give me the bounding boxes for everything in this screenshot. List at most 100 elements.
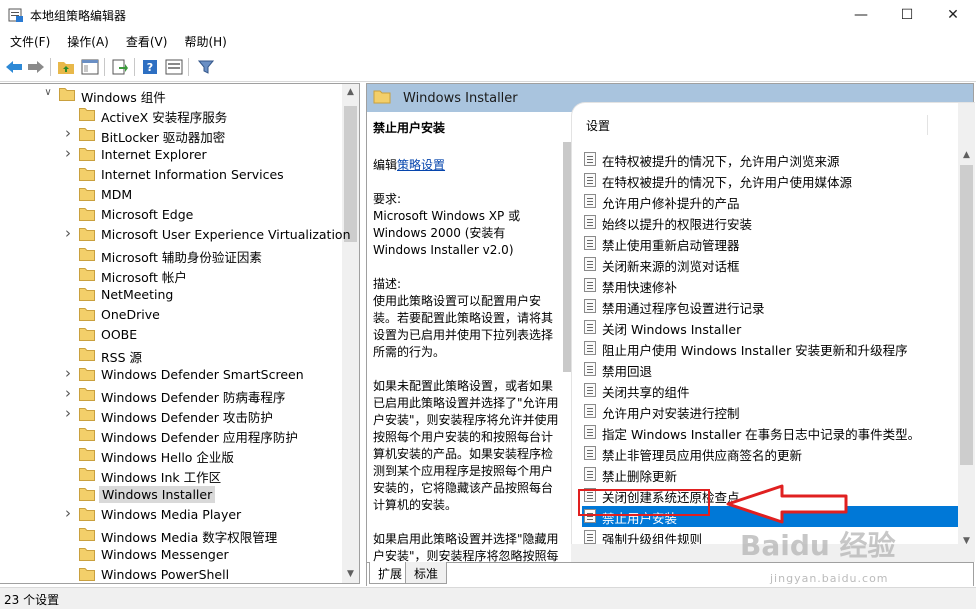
close-button[interactable]: ✕	[930, 0, 976, 30]
svg-text:?: ?	[147, 61, 153, 74]
tree-item[interactable]: › Windows Defender SmartScreen	[0, 364, 342, 385]
scroll-thumb[interactable]	[563, 142, 571, 372]
scroll-thumb[interactable]	[960, 165, 973, 465]
tree-item[interactable]: RSS 源	[0, 345, 342, 365]
annotation-arrow-icon	[726, 484, 848, 524]
setting-label: 始终以提升的权限进行安装	[602, 217, 753, 232]
edit-policy-link[interactable]: 策略设置	[397, 158, 445, 172]
setting-row[interactable]: 关闭共享的组件	[582, 380, 962, 401]
properties-button[interactable]	[164, 57, 184, 77]
setting-row[interactable]: 阻止用户使用 Windows Installer 安装更新和升级程序	[582, 338, 962, 359]
tree-item-label: Windows Defender 攻击防护	[101, 410, 273, 425]
tree-item[interactable]: › Microsoft User Experience Virtualizatio…	[0, 224, 351, 245]
tree-item[interactable]: › Windows Media Player	[0, 504, 342, 525]
menu-view[interactable]: 查看(V)	[116, 30, 175, 52]
policy-setting-icon	[584, 425, 596, 439]
tree-item[interactable]: ∨ Windows 组件	[0, 85, 342, 105]
setting-row[interactable]: 禁用快速修补	[582, 275, 962, 296]
scroll-up-icon[interactable]: ▲	[342, 84, 359, 101]
tab-standard[interactable]: 标准	[405, 562, 448, 584]
export-list-button[interactable]	[110, 57, 130, 77]
scroll-down-icon[interactable]: ▼	[342, 566, 359, 583]
tree-item-label: Windows Media 数字权限管理	[101, 530, 278, 545]
setting-row[interactable]: 始终以提升的权限进行安装	[582, 212, 962, 233]
column-divider[interactable]	[927, 115, 928, 135]
no-chevron	[62, 567, 74, 581]
up-folder-button[interactable]	[56, 57, 76, 77]
tree-item[interactable]: › Windows Defender 防病毒程序	[0, 384, 342, 405]
tree-item[interactable]: Windows Media 数字权限管理	[0, 525, 342, 545]
menu-file[interactable]: 文件(F)	[0, 30, 57, 52]
setting-row[interactable]: 禁止非管理员应用供应商签名的更新	[582, 443, 962, 464]
setting-row[interactable]: 禁用通过程序包设置进行记录	[582, 296, 962, 317]
expanded-chevron-icon[interactable]: ∨	[42, 87, 54, 101]
tree-item[interactable]: OOBE	[0, 325, 342, 345]
policy-setting-icon	[584, 236, 596, 250]
status-text: 23 个设置	[4, 593, 60, 607]
setting-row[interactable]: 关闭 Windows Installer	[582, 317, 962, 338]
tree-item-label: Microsoft User Experience Virtualization	[101, 227, 351, 242]
collapsed-chevron-icon[interactable]: ›	[62, 124, 74, 142]
collapsed-chevron-icon[interactable]: ›	[62, 224, 74, 242]
tree-item[interactable]: Microsoft 辅助身份验证因素	[0, 245, 342, 265]
tree-scrollbar[interactable]: ▲ ▼	[342, 84, 359, 583]
show-hide-tree-button[interactable]	[80, 57, 100, 77]
tree-item[interactable]: Windows Installer	[0, 485, 342, 505]
policy-heading: 禁止用户安装	[373, 121, 446, 135]
setting-row[interactable]: 禁用回退	[582, 359, 962, 380]
tree-item-label: Internet Explorer	[101, 147, 207, 162]
maximize-button[interactable]: ☐	[884, 0, 930, 30]
tree-item[interactable]: Microsoft Edge	[0, 205, 342, 225]
setting-row[interactable]: 指定 Windows Installer 在事务日志中记录的事件类型。	[582, 422, 962, 443]
tree-item-label: MDM	[101, 187, 133, 202]
collapsed-chevron-icon[interactable]: ›	[62, 404, 74, 422]
tree-item[interactable]: Windows PowerShell	[0, 565, 342, 583]
tree-item-label: Windows Installer	[99, 486, 216, 503]
tree-item[interactable]: Windows Hello 企业版	[0, 445, 342, 465]
help-button[interactable]: ?	[140, 57, 160, 77]
column-header-setting[interactable]: 设置	[586, 117, 610, 134]
policy-setting-icon	[584, 404, 596, 418]
tree-item[interactable]: Windows Messenger	[0, 545, 342, 565]
setting-row[interactable]: 在特权被提升的情况下，允许用户浏览来源	[582, 149, 962, 170]
description-scrollbar[interactable]	[563, 112, 571, 562]
settings-scrollbar[interactable]: ▲ ▼	[958, 103, 975, 562]
scroll-up-icon[interactable]: ▲	[958, 147, 975, 164]
setting-row[interactable]: 允许用户对安装进行控制	[582, 401, 962, 422]
tree-item[interactable]: NetMeeting	[0, 285, 342, 305]
collapsed-chevron-icon[interactable]: ›	[62, 384, 74, 402]
tree-item[interactable]: › Windows Defender 攻击防护	[0, 404, 342, 425]
tree-item[interactable]: Windows Defender 应用程序防护	[0, 425, 342, 445]
collapsed-chevron-icon[interactable]: ›	[62, 144, 74, 162]
tree-item-label: Microsoft 辅助身份验证因素	[101, 250, 262, 265]
collapsed-chevron-icon[interactable]: ›	[62, 364, 74, 382]
filter-button[interactable]	[196, 57, 216, 77]
menu-action[interactable]: 操作(A)	[57, 30, 116, 52]
collapsed-chevron-icon[interactable]: ›	[62, 504, 74, 522]
tree-item[interactable]: Windows Ink 工作区	[0, 465, 342, 485]
menu-help[interactable]: 帮助(H)	[174, 30, 233, 52]
filter-icon	[198, 60, 214, 74]
status-bar: 23 个设置	[0, 587, 976, 609]
tree-item[interactable]: MDM	[0, 185, 342, 205]
setting-label: 关闭共享的组件	[602, 385, 690, 400]
back-button[interactable]	[4, 57, 24, 77]
folder-icon	[79, 108, 95, 121]
tree-item[interactable]: › BitLocker 驱动器加密	[0, 124, 342, 145]
scroll-thumb[interactable]	[344, 106, 357, 242]
toolbar-separator	[104, 58, 105, 76]
minimize-button[interactable]: —	[838, 0, 884, 30]
setting-row[interactable]: 禁止使用重新启动管理器	[582, 233, 962, 254]
watermark-logo: Baidu 经验	[740, 529, 896, 562]
setting-row[interactable]: 禁止删除更新	[582, 464, 962, 485]
setting-row[interactable]: 在特权被提升的情况下，允许用户使用媒体源	[582, 170, 962, 191]
tree-item[interactable]: ActiveX 安装程序服务	[0, 105, 342, 125]
tree-item[interactable]: › Internet Explorer	[0, 144, 342, 165]
tree-item[interactable]: OneDrive	[0, 305, 342, 325]
forward-button[interactable]	[26, 57, 46, 77]
setting-row[interactable]: 关闭新来源的浏览对话框	[582, 254, 962, 275]
description-paragraph-3: 如果启用此策略设置并选择"隐藏用户安装"，则安装程序将忽略按照每	[373, 532, 559, 562]
setting-row[interactable]: 允许用户修补提升的产品	[582, 191, 962, 212]
tree-item[interactable]: Internet Information Services	[0, 165, 342, 185]
tree-item[interactable]: Microsoft 帐户	[0, 265, 342, 285]
